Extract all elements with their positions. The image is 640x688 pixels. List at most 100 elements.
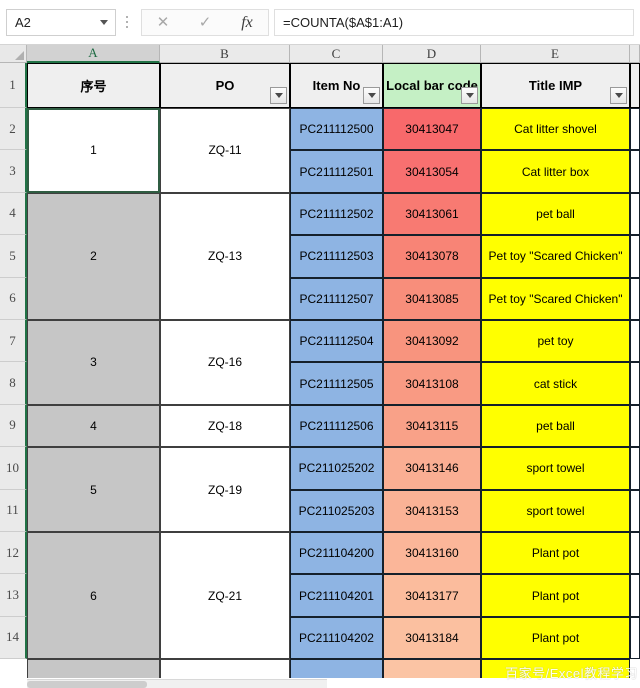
po-cell-zq-19[interactable]: ZQ-19 xyxy=(160,447,290,532)
column-f-cell[interactable] xyxy=(630,235,640,278)
column-f-cell[interactable] xyxy=(630,404,640,448)
column-header-d[interactable]: D xyxy=(383,45,481,63)
row-header-13[interactable]: 13 xyxy=(0,574,27,617)
row-header-1[interactable]: 1 xyxy=(0,63,27,108)
item-no-cell[interactable]: PC211104200 xyxy=(290,532,383,575)
header-cell-f[interactable] xyxy=(630,63,640,108)
more-options-icon[interactable] xyxy=(119,9,135,36)
formula-input[interactable]: =COUNTA($A$1:A1) xyxy=(274,8,634,36)
column-f-cell[interactable] xyxy=(630,616,640,660)
title-imp-cell[interactable]: Cat litter box xyxy=(481,150,630,193)
item-no-cell[interactable]: PC211112501 xyxy=(290,150,383,193)
title-imp-cell[interactable]: Pet toy "Scared Chicken" xyxy=(481,235,630,278)
horizontal-scrollbar-thumb[interactable] xyxy=(27,681,147,688)
column-f-cell[interactable] xyxy=(630,277,640,320)
name-box[interactable]: A2 xyxy=(6,8,116,36)
title-imp-cell[interactable]: Plant pot xyxy=(481,532,630,575)
row-header-7[interactable]: 7 xyxy=(0,320,27,363)
po-cell-zq-13[interactable]: ZQ-13 xyxy=(160,192,290,320)
column-header-b[interactable]: B xyxy=(160,45,290,63)
title-imp-cell[interactable]: pet ball xyxy=(481,404,630,448)
column-f-cell[interactable] xyxy=(630,574,640,617)
select-all-corner[interactable] xyxy=(0,45,27,63)
column-f-cell[interactable] xyxy=(630,320,640,363)
horizontal-scrollbar[interactable] xyxy=(27,679,327,688)
item-no-cell[interactable]: PC211025203 xyxy=(290,489,383,532)
column-f-cell[interactable] xyxy=(630,362,640,405)
item-no-cell[interactable]: PC211112500 xyxy=(290,108,383,151)
item-no-cell[interactable]: PC211112505 xyxy=(290,362,383,405)
column-header-c[interactable]: C xyxy=(290,45,383,63)
bar-code-cell[interactable]: 30413153 xyxy=(383,489,481,532)
title-imp-cell[interactable]: Plant pot xyxy=(481,574,630,617)
row-header-3[interactable]: 3 xyxy=(0,150,27,193)
title-imp-cell[interactable]: Plant pot xyxy=(481,616,630,660)
title-imp-cell[interactable]: pet ball xyxy=(481,192,630,236)
header-cell-seq[interactable]: 序号 xyxy=(27,63,160,108)
filter-button-po[interactable] xyxy=(270,87,287,104)
title-imp-cell[interactable]: sport towel xyxy=(481,489,630,532)
item-no-cell[interactable]: PC211112503 xyxy=(290,235,383,278)
bar-code-cell[interactable]: 30413115 xyxy=(383,404,481,448)
row-header-5[interactable]: 5 xyxy=(0,235,27,278)
column-header-a[interactable]: A xyxy=(27,45,160,63)
column-f-cell[interactable] xyxy=(630,447,640,490)
column-f-cell[interactable] xyxy=(630,150,640,193)
column-header-f[interactable] xyxy=(630,45,640,63)
spreadsheet-grid[interactable]: ABCDE 1 2 3 4 5 6 7 8 9 10 11 12 13 14 序号 PO Item No Loc… xyxy=(0,45,640,688)
filter-button-title-imp[interactable] xyxy=(610,87,627,104)
item-no-cell[interactable]: PC211112504 xyxy=(290,320,383,363)
filter-button-item-no[interactable] xyxy=(363,87,380,104)
seq-cell-4[interactable]: 4 xyxy=(27,404,160,448)
item-no-cell[interactable]: PC211104202 xyxy=(290,616,383,660)
header-cell-title-imp[interactable]: Title IMP xyxy=(481,63,630,108)
po-cell-zq-21[interactable]: ZQ-21 xyxy=(160,532,290,660)
fx-icon[interactable]: fx xyxy=(227,10,267,35)
row-header-11[interactable]: 11 xyxy=(0,489,27,532)
check-icon[interactable]: ✓ xyxy=(185,10,225,35)
seq-cell-3[interactable]: 3 xyxy=(27,320,160,405)
column-f-cell[interactable] xyxy=(630,532,640,575)
row-header-12[interactable]: 12 xyxy=(0,532,27,575)
item-no-cell[interactable]: PC211112507 xyxy=(290,277,383,320)
item-no-cell[interactable]: PC211025202 xyxy=(290,447,383,490)
bar-code-cell[interactable]: 30413085 xyxy=(383,277,481,320)
row-header-4[interactable]: 4 xyxy=(0,192,27,236)
chevron-down-icon[interactable] xyxy=(100,19,108,25)
row-header-14[interactable]: 14 xyxy=(0,616,27,660)
row-header-2[interactable]: 2 xyxy=(0,108,27,151)
bar-code-cell[interactable]: 30413047 xyxy=(383,108,481,151)
bar-code-cell[interactable]: 30413092 xyxy=(383,320,481,363)
filter-button-local-bar-code[interactable] xyxy=(461,87,478,104)
title-imp-cell[interactable]: Cat litter shovel xyxy=(481,108,630,151)
bar-code-cell[interactable]: 30413108 xyxy=(383,362,481,405)
row-header-10[interactable]: 10 xyxy=(0,447,27,490)
bar-code-cell[interactable]: 30413078 xyxy=(383,235,481,278)
row-header-6[interactable]: 6 xyxy=(0,277,27,320)
seq-cell-1[interactable]: 1 xyxy=(27,108,160,193)
seq-cell-2[interactable]: 2 xyxy=(27,192,160,320)
po-cell-zq-11[interactable]: ZQ-11 xyxy=(160,108,290,193)
title-imp-cell[interactable]: sport towel xyxy=(481,447,630,490)
bar-code-cell[interactable]: 30413061 xyxy=(383,192,481,236)
column-f-cell[interactable] xyxy=(630,108,640,151)
column-header-e[interactable]: E xyxy=(481,45,630,63)
seq-cell-6[interactable]: 6 xyxy=(27,532,160,660)
row-header-8[interactable]: 8 xyxy=(0,362,27,405)
bar-code-cell[interactable]: 30413184 xyxy=(383,616,481,660)
bar-code-cell[interactable]: 30413054 xyxy=(383,150,481,193)
row-header-9[interactable]: 9 xyxy=(0,404,27,448)
item-no-cell[interactable]: PC211104201 xyxy=(290,574,383,617)
po-cell-zq-16[interactable]: ZQ-16 xyxy=(160,320,290,405)
item-no-cell[interactable]: PC211112502 xyxy=(290,192,383,236)
item-no-cell[interactable]: PC211112506 xyxy=(290,404,383,448)
cancel-icon[interactable]: ✕ xyxy=(143,10,183,35)
title-imp-cell[interactable]: cat stick xyxy=(481,362,630,405)
column-f-cell[interactable] xyxy=(630,489,640,532)
seq-cell-5[interactable]: 5 xyxy=(27,447,160,532)
po-cell-zq-18[interactable]: ZQ-18 xyxy=(160,404,290,448)
title-imp-cell[interactable]: Pet toy "Scared Chicken" xyxy=(481,277,630,320)
title-imp-cell[interactable]: pet toy xyxy=(481,320,630,363)
bar-code-cell[interactable]: 30413160 xyxy=(383,532,481,575)
bar-code-cell[interactable]: 30413146 xyxy=(383,447,481,490)
